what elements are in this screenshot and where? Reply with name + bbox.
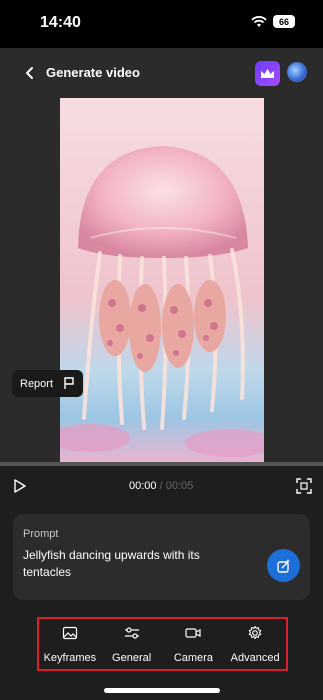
status-bar: 14:40 66 xyxy=(0,0,323,48)
duration: 00:05 xyxy=(165,480,194,492)
home-indicator xyxy=(104,688,220,693)
back-arrow-icon[interactable] xyxy=(22,65,38,81)
timecode: 00:00 / 00:05 xyxy=(129,480,193,492)
video-preview[interactable] xyxy=(60,98,264,462)
crown-icon xyxy=(261,68,274,78)
status-time: 14:40 xyxy=(40,14,81,31)
generate-button[interactable] xyxy=(267,549,300,582)
wifi-icon xyxy=(251,15,267,27)
tab-advanced[interactable]: Advanced xyxy=(224,619,286,669)
fullscreen-icon[interactable] xyxy=(296,478,312,494)
tab-label: Camera xyxy=(173,652,213,664)
premium-button[interactable] xyxy=(255,61,280,86)
page-title: Generate video xyxy=(46,65,140,80)
play-icon[interactable] xyxy=(12,478,28,494)
gear-icon xyxy=(248,625,262,640)
player-controls: 00:00 / 00:05 xyxy=(0,466,323,506)
video-preview-area xyxy=(0,98,323,462)
status-icons: 66 xyxy=(251,15,295,28)
jellyfish-image xyxy=(60,98,264,462)
tab-camera[interactable]: Camera xyxy=(163,619,225,669)
battery-icon: 66 xyxy=(273,15,295,28)
avatar[interactable] xyxy=(287,62,307,82)
tab-label: General xyxy=(112,652,152,664)
prompt-label: Prompt xyxy=(23,528,59,540)
current-time: 00:00 xyxy=(129,480,157,492)
report-label: Report xyxy=(20,377,54,390)
tab-label: Keyframes xyxy=(43,652,97,664)
prompt-card[interactable]: Prompt Jellyfish dancing upwards with it… xyxy=(13,514,310,600)
settings-tab-bar: Keyframes General Camera Advanced xyxy=(37,617,288,671)
tab-label: Advanced xyxy=(230,652,280,664)
tab-keyframes[interactable]: Keyframes xyxy=(39,619,101,669)
image-icon xyxy=(62,626,77,640)
report-button[interactable]: Report xyxy=(12,370,83,397)
time-separator: / xyxy=(159,480,163,492)
sliders-icon xyxy=(124,627,139,639)
prompt-text[interactable]: Jellyfish dancing upwards with its tenta… xyxy=(23,547,243,581)
video-camera-icon xyxy=(185,628,201,638)
tab-general[interactable]: General xyxy=(101,619,163,669)
flag-icon xyxy=(64,377,74,389)
magic-edit-icon xyxy=(276,558,290,573)
